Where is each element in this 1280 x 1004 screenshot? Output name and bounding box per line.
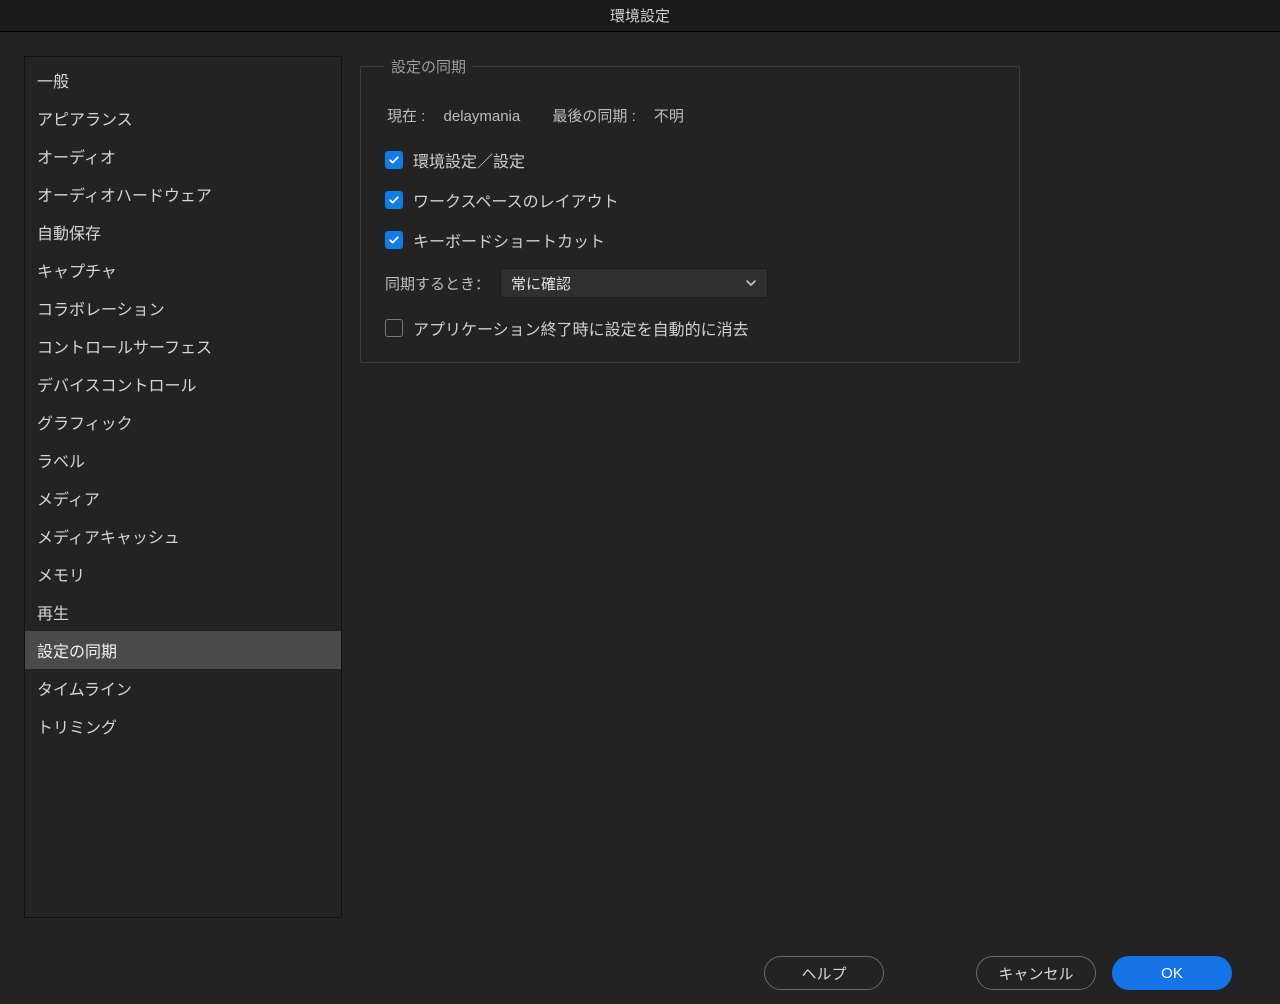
sidebar-item-11[interactable]: メディア [25,479,341,517]
sidebar-item-label: キャプチャ [37,264,117,281]
checkbox-shortcuts-label: キーボードショートカット [413,228,605,252]
sidebar-item-16[interactable]: タイムライン [25,669,341,707]
cancel-button[interactable]: キャンセル [976,956,1096,990]
sidebar-item-label: オーディオ [37,150,116,167]
checkbox-shortcuts[interactable] [385,231,403,249]
sync-when-value: 常に確認 [511,273,571,294]
sidebar-item-label: ラベル [37,454,85,471]
sidebar-item-3[interactable]: オーディオハードウェア [25,175,341,213]
sidebar-item-label: コントロールサーフェス [37,340,212,357]
checkbox-row-clear-on-quit[interactable]: アプリケーション終了時に設定を自動的に消去 [385,316,995,340]
sidebar-item-label: メディアキャッシュ [37,530,180,547]
sidebar-item-label: 再生 [37,606,69,623]
sync-info-line: 現在 : delaymania 最後の同期 : 不明 [387,105,995,126]
check-icon [388,194,400,206]
ok-button[interactable]: OK [1112,956,1232,990]
sync-when-label: 同期するとき： [385,273,490,294]
sidebar-item-4[interactable]: 自動保存 [25,213,341,251]
sidebar-item-5[interactable]: キャプチャ [25,251,341,289]
sidebar-item-label: オーディオハードウェア [37,188,212,205]
sidebar-item-label: コラボレーション [37,302,165,319]
preferences-sidebar: 一般アピアランスオーディオオーディオハードウェア自動保存キャプチャコラボレーショ… [24,56,342,918]
checkbox-workspace[interactable] [385,191,403,209]
sidebar-item-label: 設定の同期 [37,644,117,661]
sidebar-item-12[interactable]: メディアキャッシュ [25,517,341,555]
sidebar-item-0[interactable]: 一般 [25,61,341,99]
ok-button-label: OK [1161,965,1183,982]
checkbox-workspace-label: ワークスペースのレイアウト [413,188,619,212]
checkbox-row-shortcuts[interactable]: キーボードショートカット [385,228,995,252]
sync-settings-group: 設定の同期 現在 : delaymania 最後の同期 : 不明 環境設定／設定… [360,56,1020,363]
content-area: 一般アピアランスオーディオオーディオハードウェア自動保存キャプチャコラボレーショ… [0,32,1280,942]
window-title: 環境設定 [610,5,670,26]
dialog-footer: ヘルプ キャンセル OK [0,942,1280,1004]
last-sync-label: 最後の同期 : 不明 [552,108,698,125]
group-legend: 設定の同期 [385,56,472,77]
check-icon [388,154,400,166]
sidebar-item-label: 一般 [37,74,69,91]
sidebar-item-label: デバイスコントロール [37,378,197,395]
titlebar: 環境設定 [0,0,1280,32]
sync-when-row: 同期するとき： 常に確認 [385,268,995,298]
checkbox-clear-on-quit[interactable] [385,319,403,337]
checkbox-row-workspace[interactable]: ワークスペースのレイアウト [385,188,995,212]
sidebar-item-1[interactable]: アピアランス [25,99,341,137]
sidebar-item-label: トリミング [37,720,117,737]
sidebar-item-2[interactable]: オーディオ [25,137,341,175]
sidebar-item-label: 自動保存 [37,226,101,243]
sidebar-item-13[interactable]: メモリ [25,555,341,593]
sidebar-item-7[interactable]: コントロールサーフェス [25,327,341,365]
chevron-down-icon [745,277,757,289]
sidebar-item-8[interactable]: デバイスコントロール [25,365,341,403]
checkbox-prefs[interactable] [385,151,403,169]
sidebar-item-10[interactable]: ラベル [25,441,341,479]
cancel-button-label: キャンセル [998,963,1073,984]
main-panel: 設定の同期 現在 : delaymania 最後の同期 : 不明 環境設定／設定… [360,56,1256,918]
sidebar-item-label: グラフィック [37,416,133,433]
current-label: 現在 : delaymania [387,108,534,125]
sidebar-item-label: アピアランス [37,112,133,129]
sidebar-item-label: タイムライン [37,682,132,699]
sidebar-item-9[interactable]: グラフィック [25,403,341,441]
help-button[interactable]: ヘルプ [764,956,884,990]
sidebar-item-6[interactable]: コラボレーション [25,289,341,327]
sidebar-item-15[interactable]: 設定の同期 [25,631,341,669]
sidebar-item-label: メディア [37,492,100,509]
checkbox-row-prefs[interactable]: 環境設定／設定 [385,148,995,172]
check-icon [388,234,400,246]
sync-when-select[interactable]: 常に確認 [500,268,768,298]
checkbox-clear-on-quit-label: アプリケーション終了時に設定を自動的に消去 [413,316,749,340]
sidebar-item-label: メモリ [37,568,85,585]
sidebar-item-14[interactable]: 再生 [25,593,341,631]
checkbox-prefs-label: 環境設定／設定 [413,148,525,172]
help-button-label: ヘルプ [801,963,846,984]
sidebar-item-17[interactable]: トリミング [25,707,341,745]
